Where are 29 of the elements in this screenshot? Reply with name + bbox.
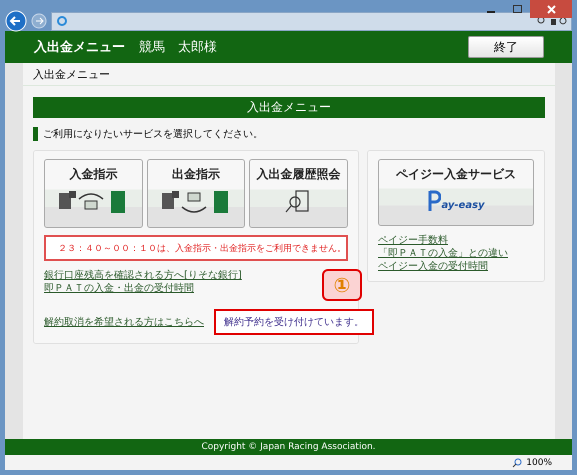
callout-bubble: ① [322, 269, 362, 301]
payeasy-button[interactable]: ペイジー入金サービス ay-easy [378, 159, 534, 226]
close-icon [546, 4, 556, 14]
cancel-link[interactable]: 解約取消を希望される方はこちらへ [44, 316, 204, 328]
menu-button[interactable]: 入金指示 [44, 159, 143, 228]
payeasy-link[interactable]: ペイジー入金の受付時間 [378, 260, 488, 273]
forward-icon[interactable] [31, 13, 47, 29]
exit-button[interactable]: 終了 [468, 36, 544, 58]
back-icon[interactable] [5, 10, 27, 32]
menu-button[interactable]: 入出金履歴照会 [249, 159, 348, 228]
help-link[interactable]: 銀行口座残高を確認される方へ[りそな銀行] [44, 269, 242, 282]
help-link[interactable]: 即ＰＡＴの入金・出金の受付時間 [44, 282, 194, 295]
zoom-level[interactable]: 100% [526, 458, 552, 468]
close-button[interactable] [530, 0, 572, 18]
header-title: 入出金メニュー [34, 38, 125, 56]
menu-button[interactable]: 出金指示 [146, 159, 246, 228]
section-title: 入出金メニュー [33, 97, 545, 118]
instruction-text: ご利用になりたいサービスを選択してください。 [33, 127, 545, 141]
zoom-icon [512, 458, 522, 468]
breadcrumb: 入出金メニュー [23, 63, 555, 86]
user-name: 競馬 太郎様 [139, 39, 218, 56]
cancel-status: 解約予約を受け付けています。 [214, 309, 374, 335]
copyright-footer: Copyright © Japan Racing Association. [5, 439, 572, 455]
browser-logo-icon [56, 15, 68, 27]
payeasy-logo: ay-easy [427, 189, 485, 211]
notice-message: ２３：４０～００：１０は、入金指示・出金指示をご利用できません。 [44, 235, 348, 261]
payeasy-link[interactable]: ペイジー手数料 [378, 234, 448, 247]
payeasy-link[interactable]: 「即ＰＡＴの入金」との違い [378, 247, 508, 260]
maximize-icon [512, 5, 522, 13]
